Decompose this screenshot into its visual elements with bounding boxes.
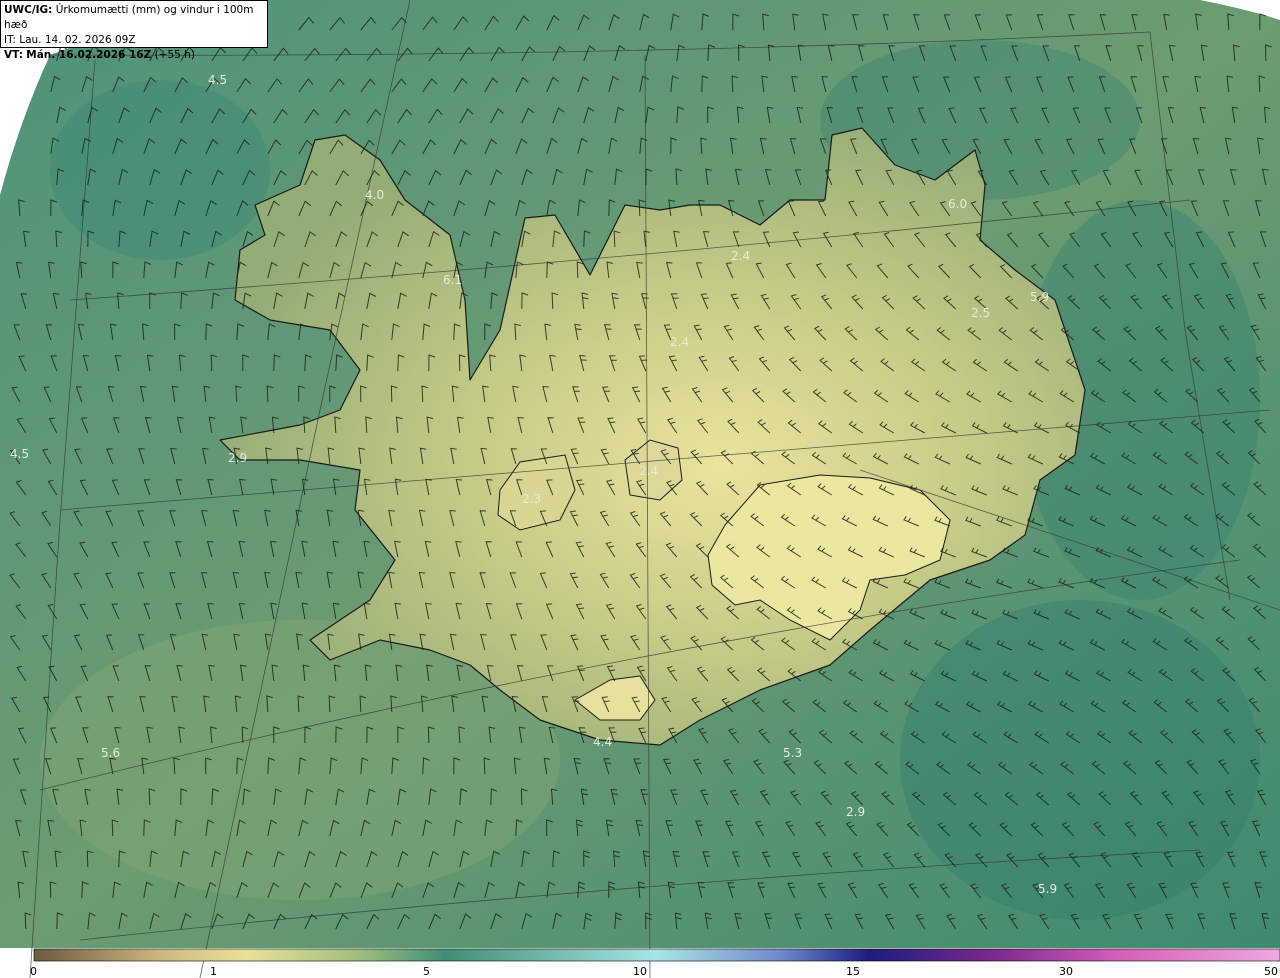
colorbar: [33, 948, 1280, 962]
value-label: 4.5: [208, 73, 227, 87]
lead-time: (+55 h): [154, 49, 195, 61]
value-label: 5.9: [1030, 290, 1049, 304]
value-label: 2.4: [731, 249, 750, 263]
title-line: UWC/IG: Úrkomumætti (mm) og vindur i 100…: [4, 3, 264, 33]
valid-time-line: VT: Mán. 16.02.2026 16Z (+55 h): [4, 48, 264, 63]
model-name: UWC/IG:: [4, 4, 53, 16]
valid-time: Mán. 16.02.2026 16Z: [26, 49, 152, 61]
value-label: 5.3: [783, 746, 802, 760]
value-label: 6.1: [443, 273, 462, 287]
colorbar-tick: 5: [423, 965, 430, 978]
value-label: 6.0: [948, 197, 967, 211]
colorbar-tick: 50: [1264, 965, 1278, 978]
value-label: 4.4: [593, 735, 612, 749]
value-label: 4.0: [365, 188, 384, 202]
value-label: 2.4: [639, 464, 658, 478]
valid-time-prefix: VT:: [4, 49, 23, 61]
value-label: 2.9: [846, 805, 865, 819]
forecast-map: 4.5 4.0 6.1 4.5 2.9 2.3 2.4 2.4 2.4 6.0 …: [0, 0, 1280, 978]
value-label: 2.9: [228, 451, 247, 465]
colorbar-tick: 0: [30, 965, 37, 978]
value-label: 2.5: [971, 306, 990, 320]
colorbar-tick: 1: [210, 965, 217, 978]
forecast-info-box: UWC/IG: Úrkomumætti (mm) og vindur i 100…: [0, 0, 268, 61]
value-label: 5.9: [1038, 882, 1057, 896]
colorbar-tick: 10: [633, 965, 647, 978]
colorbar-tick: 15: [846, 965, 860, 978]
initial-time: IT: Lau. 14. 02. 2026 09Z: [4, 34, 136, 46]
colorbar-tick: 30: [1059, 965, 1073, 978]
value-label: 2.4: [670, 335, 689, 349]
value-label: 2.3: [522, 492, 541, 506]
value-label: 4.5: [10, 447, 29, 461]
value-label: 5.6: [101, 746, 120, 760]
